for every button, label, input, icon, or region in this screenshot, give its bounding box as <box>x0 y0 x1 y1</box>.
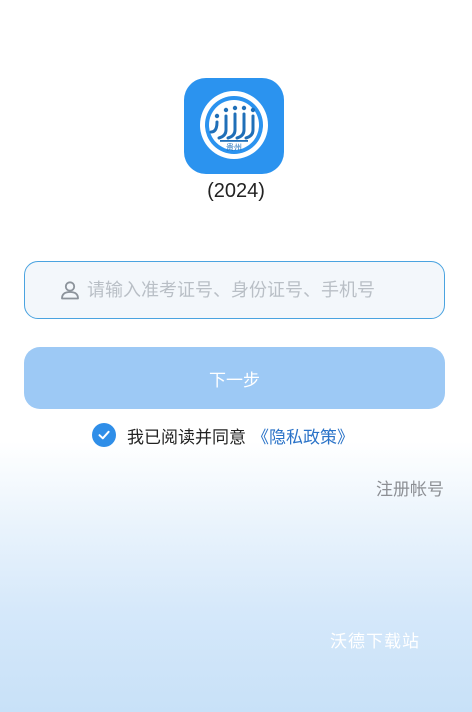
register-link[interactable]: 注册帐号 <box>376 475 444 500</box>
id-input-field[interactable] <box>24 261 445 319</box>
logo-text: 贵州 <box>226 142 242 152</box>
version-label: (2024) <box>207 180 265 202</box>
agree-text: 我已阅读并同意 <box>127 427 246 448</box>
watermark-text: 沃德下载站 <box>330 632 420 652</box>
user-icon <box>61 281 79 300</box>
privacy-policy-link[interactable]: 《隐私政策》 <box>252 423 354 448</box>
agree-checkbox[interactable] <box>92 423 116 447</box>
next-button[interactable]: 下一步 <box>24 347 445 409</box>
logo-emblem-icon: 贵州 <box>200 91 268 159</box>
agreement-row: 我已阅读并同意 《隐私政策》 <box>92 422 354 448</box>
checkmark-icon <box>98 430 110 440</box>
id-input[interactable] <box>87 279 427 301</box>
app-logo: 贵州 <box>184 78 284 174</box>
